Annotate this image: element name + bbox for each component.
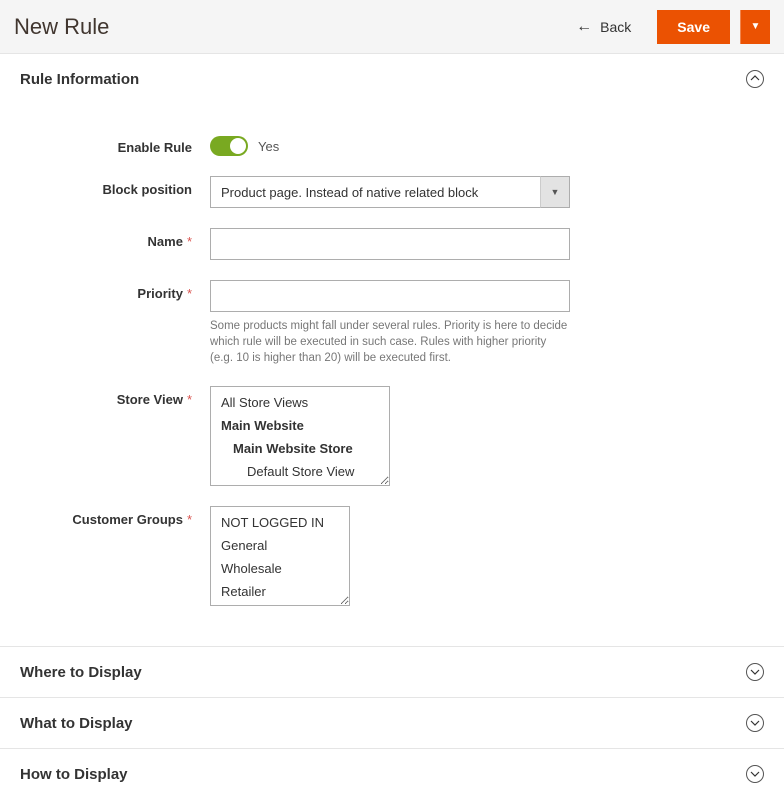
row-store-view: Store View* All Store ViewsMain WebsiteM…: [20, 386, 764, 486]
customer-group-option[interactable]: Wholesale: [211, 557, 349, 580]
expand-icon: [746, 714, 764, 732]
required-icon: *: [187, 286, 192, 301]
page-title: New Rule: [14, 14, 566, 40]
section-what-to-display[interactable]: What to Display: [0, 697, 784, 748]
expand-icon: [746, 765, 764, 783]
section-how-to-display[interactable]: How to Display: [0, 748, 784, 799]
required-icon: *: [187, 512, 192, 527]
required-icon: *: [187, 234, 192, 249]
label-name: Name*: [20, 228, 210, 249]
row-customer-groups: Customer Groups* NOT LOGGED INGeneralWho…: [20, 506, 764, 606]
row-block-position: Block position Product page. Instead of …: [20, 176, 764, 208]
row-enable-rule: Enable Rule Yes: [20, 134, 764, 156]
top-bar: New Rule ← Back Save ▼: [0, 0, 784, 54]
customer-group-option[interactable]: Retailer: [211, 580, 349, 603]
enable-rule-toggle[interactable]: [210, 136, 248, 156]
name-input[interactable]: [210, 228, 570, 260]
store-view-multiselect[interactable]: All Store ViewsMain WebsiteMain Website …: [210, 386, 390, 486]
arrow-left-icon: ←: [576, 18, 592, 36]
section-title: Rule Information: [20, 71, 139, 88]
label-store-view: Store View*: [20, 386, 210, 407]
section-title: How to Display: [20, 766, 128, 783]
section-title: What to Display: [20, 715, 133, 732]
back-button[interactable]: ← Back: [576, 18, 631, 36]
store-view-option[interactable]: Default Store View: [211, 460, 389, 483]
label-block-position: Block position: [20, 176, 210, 197]
row-priority: Priority* Some products might fall under…: [20, 280, 764, 366]
required-icon: *: [187, 392, 192, 407]
block-position-selected: Product page. Instead of native related …: [210, 176, 570, 208]
customer-groups-multiselect[interactable]: NOT LOGGED INGeneralWholesaleRetailer: [210, 506, 350, 606]
collapse-icon[interactable]: [746, 70, 764, 88]
label-priority: Priority*: [20, 280, 210, 301]
back-button-label: Back: [600, 19, 631, 35]
row-name: Name*: [20, 228, 764, 260]
block-position-select[interactable]: Product page. Instead of native related …: [210, 176, 570, 208]
customer-group-option[interactable]: General: [211, 534, 349, 557]
section-header-rule-info: Rule Information: [0, 54, 784, 96]
store-view-option[interactable]: Main Website Store: [211, 437, 389, 460]
caret-down-icon: ▼: [751, 21, 761, 32]
priority-help-text: Some products might fall under several r…: [210, 318, 570, 366]
priority-input[interactable]: [210, 280, 570, 312]
section-title: Where to Display: [20, 664, 142, 681]
enable-rule-toggle-wrap: Yes: [210, 134, 570, 156]
store-view-option[interactable]: Main Website: [211, 414, 389, 437]
section-where-to-display[interactable]: Where to Display: [0, 646, 784, 697]
store-view-option[interactable]: All Store Views: [211, 391, 389, 414]
content: Rule Information Enable Rule Yes Block p…: [0, 54, 784, 799]
chevron-down-icon: ▼: [540, 176, 570, 208]
enable-rule-value: Yes: [258, 139, 279, 154]
label-customer-groups: Customer Groups*: [20, 506, 210, 527]
expand-icon: [746, 663, 764, 681]
label-enable-rule: Enable Rule: [20, 134, 210, 155]
save-dropdown-button[interactable]: ▼: [740, 10, 770, 44]
customer-group-option[interactable]: NOT LOGGED IN: [211, 511, 349, 534]
save-button[interactable]: Save: [657, 10, 730, 44]
form-body: Enable Rule Yes Block position Product p…: [0, 96, 784, 646]
